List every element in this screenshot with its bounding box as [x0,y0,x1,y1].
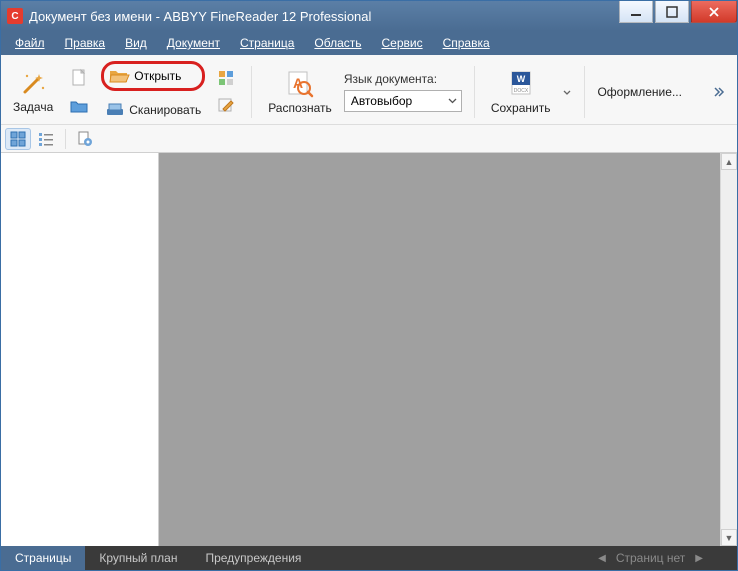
prev-page-button[interactable]: ◀ [598,553,606,564]
content-area: ▲ ▼ [1,153,737,546]
page-gear-icon [77,131,93,147]
menu-edit[interactable]: Правка [57,33,114,53]
format-button[interactable]: Оформление... [597,85,686,99]
language-value: Автовыбор [351,94,412,108]
window-controls [619,1,737,31]
open-small-button[interactable] [65,93,93,119]
word-doc-icon: W DOCX [506,69,536,99]
bottom-tabbar: Страницы Крупный план Предупреждения ◀ С… [1,546,737,570]
wand-icon [19,70,47,98]
scroll-up-button[interactable]: ▲ [721,153,737,170]
next-page-button[interactable]: ▶ [695,553,703,564]
view-separator [65,129,66,149]
menubar: Файл Правка Вид Документ Страница Област… [1,31,737,55]
layout-icon [217,69,235,87]
menu-file[interactable]: Файл [7,33,53,53]
layout-button[interactable] [213,65,239,91]
tab-zoom[interactable]: Крупный план [85,546,191,570]
svg-text:DOCX: DOCX [513,88,528,94]
app-window: C Документ без имени - ABBYY FineReader … [0,0,738,571]
vertical-scrollbar[interactable]: ▲ ▼ [720,153,737,546]
document-viewport[interactable] [159,153,720,546]
menu-area[interactable]: Область [306,33,369,53]
view-toolbar [1,125,737,153]
page-navigator: ◀ Страниц нет ▶ [598,551,737,565]
scroll-down-button[interactable]: ▼ [721,529,737,546]
toolbar-overflow-button[interactable] [713,82,729,102]
view-details-button[interactable] [33,128,59,150]
open-button[interactable]: Открыть [101,61,205,91]
toolbar-ribbon: Задача Откр [1,55,737,125]
recognize-label: Распознать [268,101,332,115]
language-dropdown[interactable]: Автовыбор [344,90,462,112]
toolbar-separator [251,66,252,118]
menu-view[interactable]: Вид [117,33,155,53]
page-icon [69,68,89,88]
thumbnails-icon [10,131,26,147]
save-label: Сохранить [491,101,551,115]
folder-open-icon [108,67,130,85]
save-button[interactable]: W DOCX Сохранить [487,67,555,117]
toolbar-separator-2 [474,66,475,118]
recognize-button[interactable]: A Распознать [264,67,336,117]
open-label: Открыть [134,69,181,83]
scan-label: Сканировать [129,103,201,117]
toolbar-separator-3 [584,66,585,118]
edit-area-button[interactable] [213,93,239,119]
titlebar: C Документ без имени - ABBYY FineReader … [1,1,737,31]
scan-button[interactable]: Сканировать [101,97,205,123]
chevron-down-icon [448,96,457,105]
tab-pages[interactable]: Страницы [1,546,85,570]
close-button[interactable] [691,1,737,23]
format-label: Оформление... [597,85,686,99]
folder-small-icon [69,96,89,116]
view-thumbnails-button[interactable] [5,128,31,150]
edit-icon [217,97,235,115]
menu-help[interactable]: Справка [435,33,498,53]
maximize-button[interactable] [655,1,689,23]
menu-page[interactable]: Страница [232,33,302,53]
task-label: Задача [13,100,53,114]
menu-tools[interactable]: Сервис [374,33,431,53]
view-settings-button[interactable] [72,128,98,150]
tab-warnings[interactable]: Предупреждения [191,546,315,570]
language-label: Язык документа: [344,72,462,86]
list-icon [38,131,54,147]
app-icon: C [7,8,23,24]
window-title: Документ без имени - ABBYY FineReader 12… [29,9,619,24]
new-page-button[interactable] [65,65,93,91]
pages-pane[interactable] [1,153,159,546]
recognize-icon: A [285,69,315,99]
page-status: Страниц нет [616,551,685,565]
task-button[interactable]: Задача [9,68,57,116]
minimize-button[interactable] [619,1,653,23]
menu-document[interactable]: Документ [159,33,228,53]
save-dropdown-icon[interactable] [562,81,572,103]
svg-text:W: W [516,74,525,84]
scanner-icon [105,101,125,119]
